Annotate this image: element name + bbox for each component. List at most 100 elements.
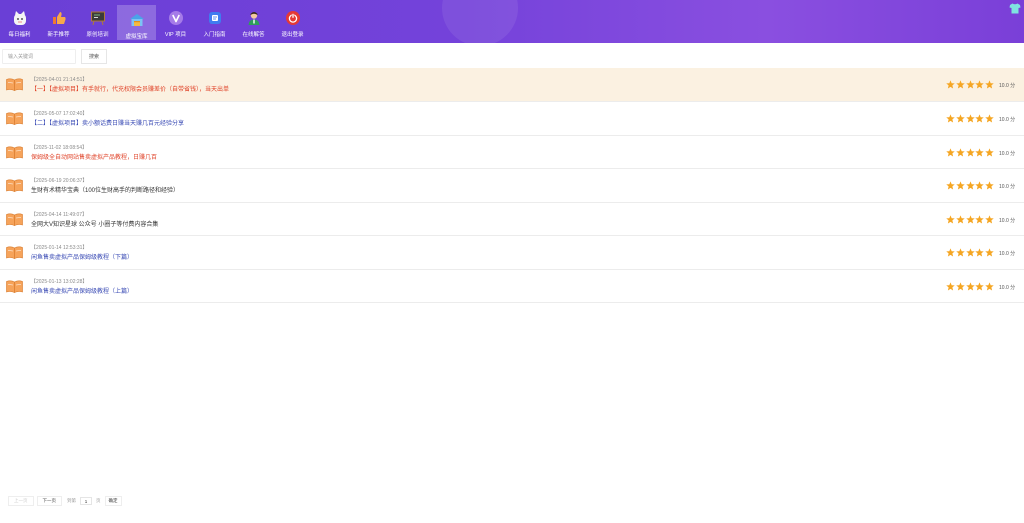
star-icon [965, 147, 975, 156]
star-icon [965, 114, 975, 123]
item-score: 10.0 分 [999, 117, 1016, 123]
open-book-icon [6, 112, 23, 125]
star-icon [975, 147, 985, 156]
nav-item-logout[interactable]: 退出登录 [273, 3, 312, 41]
nav-label: 在线解答 [242, 32, 265, 38]
decorative-circle [442, 0, 518, 43]
star-icon [965, 80, 975, 89]
cat-gift-icon [12, 10, 28, 26]
item-title[interactable]: 生财有术精华宝典（100位生财高手的判断路径和经验） [31, 185, 179, 194]
item-title[interactable]: 闲鱼售卖虚拟产品保姆级教程（下篇） [31, 252, 133, 261]
item-title[interactable]: 保姆级全自动网站售卖虚拟产品教程，日赚几百 [31, 152, 157, 161]
top-navigation-bar: 每日福利 新手推荐 原创培训 虚拟宝库 VIP 项目 入门指南 在线解答 退出登… [0, 0, 1024, 43]
open-book-icon [6, 146, 23, 159]
star-icon [965, 248, 975, 257]
star-icon [965, 281, 975, 290]
nav-item-daily-welfare[interactable]: 每日福利 [0, 3, 39, 41]
nav-label: 每日福利 [8, 32, 31, 38]
item-score: 10.0 分 [999, 284, 1016, 291]
resource-list: 【2025-04-01 21:14:51】 【一】【虚拟项目】有手就行，代充权限… [0, 68, 1024, 303]
prev-page-button[interactable]: 上一页 [8, 496, 34, 506]
open-book-icon [6, 246, 23, 259]
item-date: 【2025-06-19 20:06:37】 [31, 178, 88, 184]
star-icon [946, 114, 955, 123]
shirt-icon[interactable] [1009, 3, 1021, 14]
star-icon [946, 80, 955, 89]
item-title[interactable]: 【一】【虚拟项目】有手就行，代充权限会员赚差价（自带省钱），当天出单 [31, 84, 229, 93]
star-icon [956, 80, 965, 89]
logout-icon [285, 10, 301, 26]
list-item[interactable]: 【2025-04-01 21:14:51】 【一】【虚拟项目】有手就行，代充权限… [0, 68, 1024, 102]
list-item[interactable]: 【2025-01-14 12:53:31】 闲鱼售卖虚拟产品保姆级教程（下篇） … [0, 236, 1024, 270]
pagination: 上一页 下一页 到第 页 确定 [8, 496, 122, 506]
nav-item-virtual-treasury[interactable]: 虚拟宝库 [117, 5, 156, 40]
star-icon [985, 80, 994, 89]
star-icon [975, 248, 985, 257]
blackboard-icon [90, 10, 106, 26]
star-icon [985, 147, 994, 156]
rating-stars [946, 80, 995, 89]
goto-label: 到第 [67, 498, 76, 503]
star-icon [975, 281, 985, 290]
star-icon [956, 281, 965, 290]
item-date: 【2025-01-13 13:02:28】 [31, 278, 88, 285]
star-icon [946, 181, 955, 190]
open-book-icon [6, 213, 23, 226]
page-number-input[interactable] [80, 497, 92, 505]
star-icon [975, 181, 985, 190]
star-icon [975, 214, 985, 223]
vip-icon [168, 10, 184, 26]
open-book-icon [6, 179, 23, 192]
nav-item-online-answer[interactable]: 在线解答 [234, 3, 273, 41]
nav-item-vip-project[interactable]: VIP 项目 [156, 3, 195, 41]
list-item[interactable]: 【2025-01-13 13:02:28】 闲鱼售卖虚拟产品保姆级教程（上篇） … [0, 270, 1024, 303]
item-score: 10.0 分 [999, 150, 1016, 157]
treasure-house-icon [129, 12, 145, 28]
star-icon [985, 214, 994, 223]
star-icon [956, 181, 965, 190]
thumbs-up-icon [51, 10, 67, 26]
rating-stars [946, 147, 995, 157]
nav-label: VIP 项目 [164, 32, 187, 38]
confirm-page-button[interactable]: 确定 [104, 496, 122, 506]
list-item[interactable]: 【2025-04-14 11:49:07】 全网大V知识星球 公众号 小圈子等付… [0, 203, 1024, 236]
star-icon [975, 80, 985, 89]
star-icon [956, 147, 965, 156]
nav-item-beginner-guide[interactable]: 入门指南 [195, 3, 234, 41]
nav-label: 退出登录 [281, 32, 304, 38]
rating-stars [946, 248, 995, 257]
star-icon [946, 147, 955, 156]
item-score: 10.0 分 [999, 83, 1016, 89]
rating-stars [946, 114, 995, 123]
list-item[interactable]: 【2025-11-02 18:08:54】 保姆级全自动网站售卖虚拟产品教程，日… [0, 136, 1024, 169]
nav-label: 原创培训 [86, 32, 109, 38]
item-score: 10.0 分 [999, 251, 1016, 257]
nav-item-original-training[interactable]: 原创培训 [78, 3, 117, 41]
star-icon [975, 114, 985, 123]
star-icon [985, 281, 994, 290]
item-score: 10.0 分 [999, 217, 1016, 224]
star-icon [985, 114, 994, 123]
star-icon [985, 181, 994, 190]
star-icon [985, 248, 994, 257]
rating-stars [946, 214, 995, 224]
nav-item-newbie-recommend[interactable]: 新手推荐 [39, 3, 78, 41]
star-icon [946, 281, 955, 290]
star-icon [956, 114, 965, 123]
star-icon [946, 214, 955, 223]
open-book-icon [6, 78, 23, 91]
item-date: 【2025-11-02 18:08:54】 [31, 144, 88, 151]
nav-label: 虚拟宝库 [125, 34, 148, 40]
search-button[interactable]: 搜索 [81, 49, 107, 64]
item-title[interactable]: 【二】【虚拟项目】卖小额话费日赚当天赚几百元经验分享 [31, 118, 184, 127]
next-page-button[interactable]: 下一页 [36, 496, 62, 506]
list-item[interactable]: 【2025-06-19 20:06:37】 生财有术精华宝典（100位生财高手的… [0, 169, 1024, 203]
rating-stars [946, 281, 995, 291]
search-input[interactable] [2, 49, 76, 64]
item-title[interactable]: 闲鱼售卖虚拟产品保姆级教程（上篇） [31, 286, 133, 295]
item-score: 10.0 分 [999, 184, 1016, 190]
star-icon [946, 248, 955, 257]
list-item[interactable]: 【2025-05-07 17:02:40】 【二】【虚拟项目】卖小额话费日赚当天… [0, 102, 1024, 136]
item-title[interactable]: 全网大V知识星球 公众号 小圈子等付费内容合集 [31, 219, 158, 228]
item-date: 【2025-01-14 12:53:31】 [31, 245, 88, 251]
